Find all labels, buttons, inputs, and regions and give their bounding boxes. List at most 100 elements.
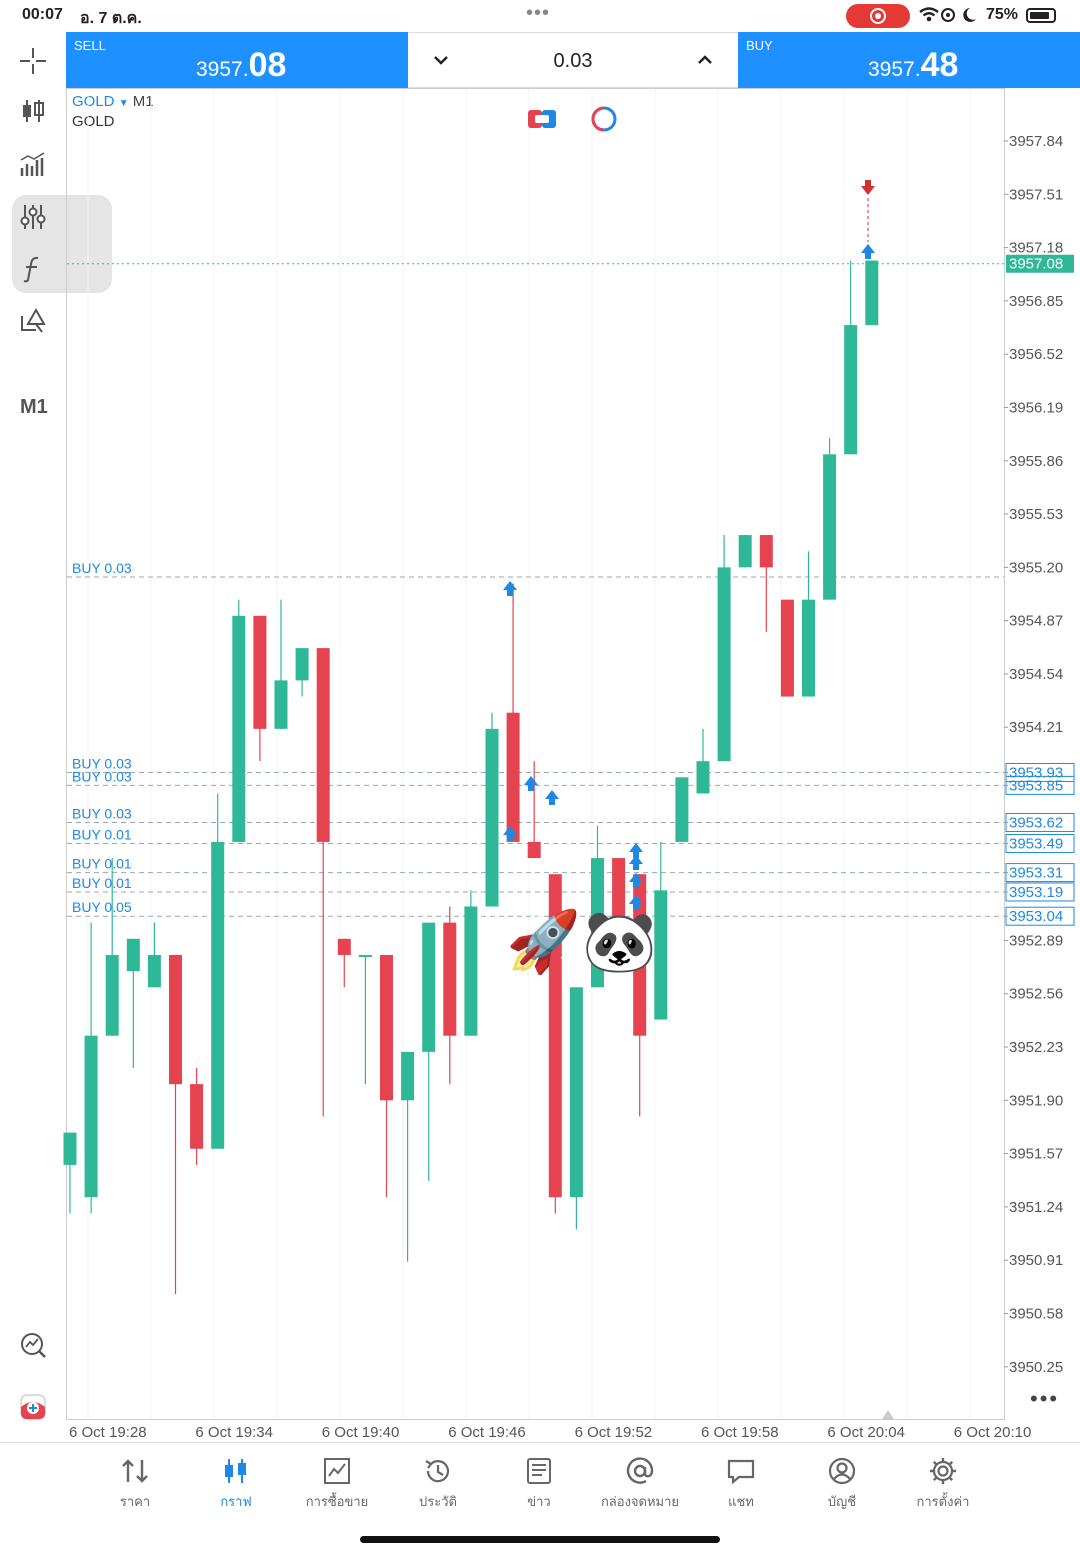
- price-tick-label: 3952.89: [1009, 932, 1063, 949]
- candle-body: [802, 599, 815, 697]
- order-label: BUY 0.03: [72, 806, 132, 822]
- candle-body: [358, 954, 372, 957]
- nav-item-history[interactable]: ประวัติ: [388, 1455, 488, 1512]
- nav-item-mailbox[interactable]: กล่องจดหมาย: [590, 1455, 690, 1512]
- time-tick-label: 6 Oct 20:10: [954, 1424, 1032, 1441]
- candle-body: [380, 954, 393, 1101]
- price-tick-label: 3954.54: [1009, 666, 1063, 683]
- mailbox-icon: [626, 1457, 654, 1484]
- history-icon: [425, 1460, 450, 1483]
- more-options-icon[interactable]: •••: [1030, 1386, 1059, 1412]
- price-tick-label: 3953.62: [1009, 815, 1063, 832]
- nav-label: ข่าว: [527, 1494, 551, 1509]
- candle-body: [675, 777, 689, 842]
- nav-label: ราคา: [119, 1494, 151, 1509]
- nav-item-settings[interactable]: การตั้งค่า: [893, 1455, 993, 1512]
- news-icon: [527, 1458, 551, 1484]
- candle-body: [337, 938, 351, 955]
- candle-body: [147, 954, 161, 988]
- price-tick-label: 3953.49: [1009, 836, 1063, 853]
- candle-body: [401, 1051, 415, 1101]
- price-tick-label: 3957.84: [1009, 133, 1063, 150]
- buy-arrow-marker: [545, 790, 559, 805]
- candle-body: [422, 922, 436, 1052]
- candle-body: [527, 841, 541, 859]
- time-tick-label: 6 Oct 20:04: [827, 1424, 905, 1441]
- time-tick-label: 6 Oct 19:40: [322, 1424, 400, 1441]
- account-icon: [828, 1457, 856, 1485]
- trade-icon: [324, 1458, 350, 1484]
- chart-icon: [225, 1459, 246, 1483]
- price-tick-label: 3951.90: [1009, 1092, 1063, 1109]
- candle-body: [190, 1084, 204, 1149]
- candle-body: [485, 728, 499, 907]
- candle-body: [84, 1035, 98, 1198]
- time-tick-label: 6 Oct 19:28: [69, 1424, 147, 1441]
- nav-label: แชท: [728, 1494, 754, 1509]
- price-tick-label: 3953.85: [1009, 777, 1063, 794]
- price-tick-label: 3953.04: [1009, 908, 1063, 925]
- buy-arrow-marker: [524, 776, 538, 791]
- candle-body: [169, 954, 182, 1085]
- nav-label: กล่องจดหมาย: [600, 1494, 680, 1509]
- candle-body: [738, 535, 752, 568]
- price-tick-label: 3957.51: [1009, 186, 1063, 203]
- nav-label: การซื้อขาย: [305, 1494, 369, 1509]
- candle-body: [844, 325, 858, 455]
- time-tick-label: 6 Oct 19:46: [448, 1424, 526, 1441]
- price-tick-label: 3956.19: [1009, 399, 1063, 416]
- price-tick-label: 3950.58: [1009, 1305, 1063, 1322]
- nav-item-account[interactable]: บัญชี: [792, 1455, 892, 1512]
- candle-body: [211, 841, 225, 1149]
- order-label: BUY 0.03: [72, 768, 132, 784]
- price-tick-label: 3950.25: [1009, 1359, 1063, 1376]
- candle-body: [443, 922, 457, 1036]
- candle-body: [274, 680, 288, 729]
- nav-item-quotes[interactable]: ราคา: [85, 1455, 185, 1512]
- time-tick-label: 6 Oct 19:52: [575, 1424, 653, 1441]
- nav-label: ประวัติ: [419, 1494, 457, 1509]
- candle-body: [63, 1132, 77, 1165]
- candle-body: [464, 906, 478, 1036]
- buy-arrow-marker: [503, 581, 517, 596]
- price-tick-label: 3956.85: [1009, 293, 1063, 310]
- time-scroll-marker: [882, 1410, 894, 1419]
- oneclick-trading-icon[interactable]: [528, 108, 556, 130]
- price-tick-label: 3951.24: [1009, 1199, 1063, 1216]
- candle-body: [295, 648, 309, 681]
- time-tick-label: 6 Oct 19:58: [701, 1424, 779, 1441]
- order-label: BUY 0.03: [72, 560, 132, 576]
- candle-body: [717, 567, 731, 762]
- candle-body: [232, 615, 246, 842]
- price-tick-label: 3954.87: [1009, 613, 1063, 630]
- order-label: BUY 0.05: [72, 899, 132, 915]
- nav-item-trade[interactable]: การซื้อขาย: [287, 1455, 387, 1512]
- candle-body: [780, 599, 794, 697]
- candle-body: [316, 648, 330, 842]
- candle-body: [105, 954, 119, 1036]
- candle-body: [696, 761, 710, 794]
- price-tick-label: 3957.18: [1009, 240, 1063, 257]
- price-tick-label: 3952.56: [1009, 986, 1063, 1003]
- candle-body: [253, 615, 267, 729]
- price-tick-label: 3956.52: [1009, 346, 1063, 363]
- nav-item-news[interactable]: ข่าว: [489, 1455, 589, 1512]
- order-label: BUY 0.01: [72, 856, 132, 872]
- home-indicator: [360, 1536, 720, 1543]
- candle-body: [506, 712, 520, 842]
- current-price-label: 3957.08: [1009, 256, 1063, 273]
- order-label: BUY 0.01: [72, 875, 132, 891]
- signal-indicator-icon[interactable]: [590, 106, 618, 132]
- price-chart: BUY 0.03BUY 0.03BUY 0.03BUY 0.03BUY 0.01…: [63, 89, 1075, 1441]
- buy-arrow-marker: [629, 855, 643, 870]
- price-tick-label: 3952.23: [1009, 1039, 1063, 1056]
- panda-emoji: 🐼: [582, 908, 657, 975]
- nav-item-chat[interactable]: แชท: [691, 1455, 791, 1512]
- candle-body: [865, 260, 879, 326]
- order-label: BUY 0.01: [72, 827, 132, 843]
- time-tick-label: 6 Oct 19:34: [195, 1424, 273, 1441]
- candle-body: [759, 535, 773, 568]
- nav-label: บัญชี: [827, 1494, 857, 1509]
- price-tick-label: 3955.20: [1009, 559, 1063, 576]
- nav-item-chart[interactable]: กราฟ: [186, 1455, 286, 1512]
